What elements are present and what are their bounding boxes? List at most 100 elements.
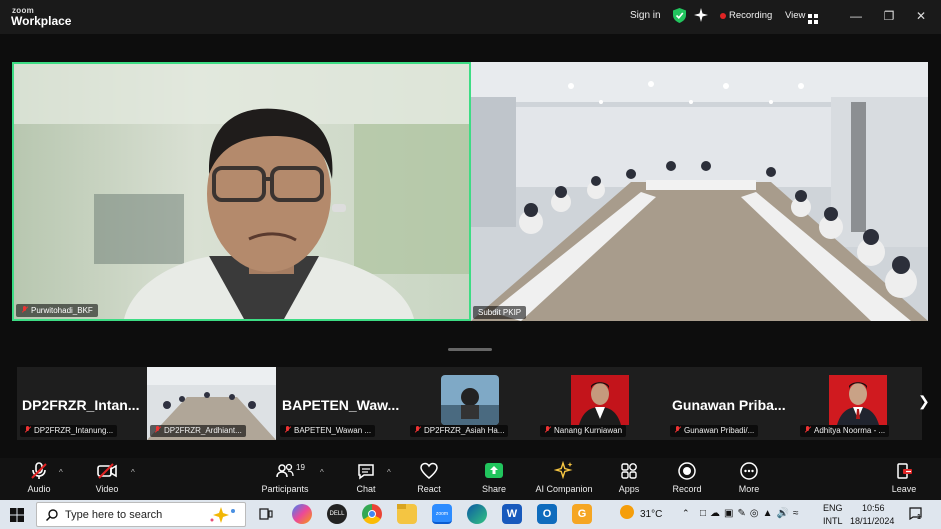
participant-name-tag: Nanang Kurniawan bbox=[540, 425, 627, 437]
participant-thumb[interactable]: Nanang Kurniawan bbox=[537, 367, 666, 440]
video-off-icon bbox=[97, 463, 117, 479]
avatar bbox=[829, 375, 887, 425]
participant-name-tag: DP2FRZR_Ardhiant... bbox=[150, 425, 246, 437]
audio-options-chevron-icon[interactable]: ^ bbox=[59, 468, 63, 477]
meeting-toolbar: Audio ^ Video ^ 19 Participants ^ Chat ^… bbox=[0, 458, 941, 500]
clock-date[interactable]: 18/11/2024 bbox=[850, 516, 894, 526]
speaker-video-image bbox=[14, 64, 469, 319]
ai-sparkle-icon bbox=[554, 461, 573, 480]
share-button[interactable]: Share bbox=[479, 461, 509, 494]
chevron-right-icon[interactable]: ❯ bbox=[918, 393, 930, 410]
file-explorer-icon[interactable] bbox=[397, 504, 417, 524]
video-name-tag: Subdit PKIP bbox=[473, 306, 527, 319]
mic-muted-icon bbox=[544, 426, 551, 434]
mic-muted-icon bbox=[21, 306, 28, 314]
sign-in-link[interactable]: Sign in bbox=[630, 10, 661, 21]
video-name-tag: Purwitohadi_BKF bbox=[16, 304, 98, 317]
leave-icon bbox=[897, 463, 912, 479]
gallery-resize-handle[interactable] bbox=[448, 348, 492, 351]
participant-strip: DP2FRZR_Intan... DP2FRZR_Intanung... DP2… bbox=[17, 367, 922, 440]
mic-muted-icon bbox=[414, 426, 421, 434]
chat-icon bbox=[358, 464, 374, 480]
chat-options-chevron-icon[interactable]: ^ bbox=[387, 468, 391, 477]
title-bar: zoom Workplace Sign in Recording View — … bbox=[0, 0, 941, 34]
audio-button[interactable]: Audio bbox=[22, 461, 56, 494]
copilot-icon[interactable] bbox=[292, 504, 312, 524]
weather-temperature[interactable]: 31°C bbox=[640, 509, 662, 520]
windows-start-icon[interactable] bbox=[10, 508, 24, 522]
leave-button[interactable]: Leave bbox=[890, 461, 918, 494]
participant-thumb[interactable]: BAPETEN_Waw... BAPETEN_Wawan ... bbox=[277, 367, 406, 440]
apps-button[interactable]: Apps bbox=[615, 461, 643, 494]
participant-name-tag: DP2FRZR_Asiah Ha... bbox=[410, 425, 509, 437]
heart-icon bbox=[420, 462, 438, 479]
keyboard-layout[interactable]: INTL bbox=[823, 516, 843, 526]
participants-count: 19 bbox=[296, 463, 305, 472]
participant-thumb[interactable]: DP2FRZR_Intan... DP2FRZR_Intanung... bbox=[17, 367, 146, 440]
avatar bbox=[441, 375, 499, 425]
chat-button[interactable]: Chat bbox=[353, 461, 379, 494]
search-icon bbox=[45, 509, 58, 522]
more-button[interactable]: More bbox=[735, 461, 763, 494]
video-options-chevron-icon[interactable]: ^ bbox=[131, 468, 135, 477]
participants-options-chevron-icon[interactable]: ^ bbox=[320, 468, 324, 477]
zoom-app-icon[interactable]: zoom bbox=[432, 504, 452, 524]
recording-dot-icon bbox=[720, 13, 726, 19]
share-screen-icon bbox=[485, 463, 503, 478]
app-logo-workplace: Workplace bbox=[11, 14, 72, 28]
participant-thumb[interactable]: DP2FRZR_Asiah Ha... bbox=[407, 367, 536, 440]
search-highlight-icon bbox=[209, 506, 239, 524]
mic-muted-icon bbox=[674, 426, 681, 434]
participant-name-tag: BAPETEN_Wawan ... bbox=[280, 425, 376, 437]
outlook-icon[interactable]: O bbox=[537, 504, 557, 524]
tray-chevron-up-icon[interactable]: ⌃ bbox=[682, 508, 690, 519]
close-button[interactable]: ✕ bbox=[910, 6, 932, 26]
restore-button[interactable]: ❐ bbox=[878, 6, 900, 26]
shield-icon[interactable] bbox=[673, 8, 686, 23]
participant-name-tag: Adhitya Noorma - ... bbox=[800, 425, 890, 437]
more-icon bbox=[740, 462, 758, 480]
notification-count: 1 bbox=[917, 514, 921, 521]
mic-muted-icon bbox=[24, 426, 31, 434]
participant-display-name: Gunawan Priba... bbox=[672, 397, 786, 413]
ai-sparkle-icon[interactable] bbox=[694, 8, 708, 22]
record-icon bbox=[678, 462, 696, 480]
windows-taskbar: Type here to search DELL zoom W O G 31°C… bbox=[0, 500, 941, 529]
record-button[interactable]: Record bbox=[671, 461, 703, 494]
mic-muted-icon bbox=[154, 426, 161, 434]
ai-companion-button[interactable]: AI Companion bbox=[533, 461, 595, 494]
participant-display-name: BAPETEN_Waw... bbox=[282, 397, 400, 413]
word-icon[interactable]: W bbox=[502, 504, 522, 524]
participant-thumb[interactable]: DP2FRZR_Ardhiant... bbox=[147, 367, 276, 440]
mic-muted-icon bbox=[284, 426, 291, 434]
language-indicator[interactable]: ENG bbox=[823, 503, 843, 513]
view-button[interactable]: View bbox=[785, 10, 805, 21]
avatar bbox=[571, 375, 629, 425]
recording-status[interactable]: Recording bbox=[729, 10, 772, 21]
people-icon bbox=[276, 463, 294, 478]
clock-time[interactable]: 10:56 bbox=[862, 503, 885, 513]
participants-button[interactable]: 19 Participants bbox=[258, 461, 312, 494]
edge-icon[interactable] bbox=[467, 504, 487, 524]
participant-thumb[interactable]: Adhitya Noorma - ... bbox=[797, 367, 926, 440]
apps-icon bbox=[621, 463, 637, 479]
dell-icon[interactable]: DELL bbox=[327, 504, 347, 524]
participant-display-name: DP2FRZR_Intan... bbox=[22, 397, 140, 413]
video-tile-room[interactable]: Subdit PKIP bbox=[471, 62, 928, 321]
grid-icon[interactable] bbox=[808, 11, 818, 24]
minimize-button[interactable]: — bbox=[845, 6, 867, 26]
app-icon[interactable]: G bbox=[572, 504, 592, 524]
task-view-icon[interactable] bbox=[256, 504, 276, 524]
taskbar-search-input[interactable]: Type here to search bbox=[36, 502, 246, 527]
weather-sun-icon[interactable] bbox=[620, 505, 634, 519]
react-button[interactable]: React bbox=[414, 461, 444, 494]
video-tile-speaker[interactable]: Purwitohadi_BKF bbox=[12, 62, 471, 321]
participant-name-tag: DP2FRZR_Intanung... bbox=[20, 425, 118, 437]
room-video-image bbox=[471, 62, 928, 321]
participant-thumb[interactable]: Gunawan Priba... Gunawan Pribadi/... bbox=[667, 367, 796, 440]
chrome-icon[interactable] bbox=[362, 504, 382, 524]
video-button[interactable]: Video bbox=[92, 461, 122, 494]
search-placeholder: Type here to search bbox=[65, 509, 163, 521]
participant-name-tag: Gunawan Pribadi/... bbox=[670, 425, 759, 437]
system-tray-icons[interactable]: □☁▣✎◎▲🔊≈ bbox=[700, 508, 802, 519]
